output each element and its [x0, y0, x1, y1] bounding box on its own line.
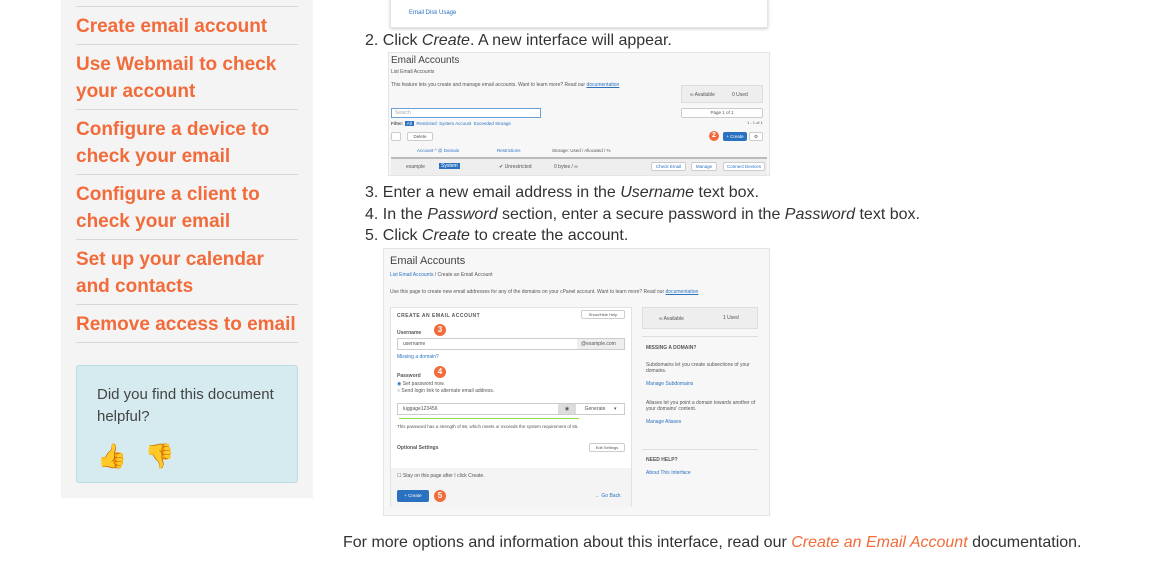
screenshot-disk-usage: Email Disk Usage [390, 0, 768, 28]
radio-set-password[interactable]: ◉ Set password now. [397, 381, 445, 387]
radio-send-link[interactable]: ○ Send login link to alternate email add… [397, 388, 494, 394]
step-5: 5. Click Create to create the account. [365, 227, 629, 244]
filters: Filter: All Restricted System Account Ex… [391, 121, 511, 126]
username-input[interactable]: username @example.com [397, 338, 625, 350]
connect-devices-button[interactable]: Connect Devices [723, 162, 765, 171]
breadcrumb: List Email Accounts / Create an Email Ac… [390, 272, 493, 278]
manage-aliases-link[interactable]: Manage Aliases [646, 419, 681, 425]
screenshot-email-accounts-list: Email Accounts List Email Accounts This … [388, 52, 770, 176]
manage-subdomains-link[interactable]: Manage Subdomains [646, 381, 693, 387]
feedback-question: Did you find this document helpful? [97, 386, 274, 425]
step-badge: 3 [434, 324, 446, 336]
create-email-doc-link[interactable]: Create an Email Account [791, 534, 967, 551]
thumbs-up-icon[interactable]: 👍 [97, 442, 127, 471]
count: 1 - 1 of 1 [747, 120, 763, 125]
sidebar-link[interactable]: Use Webmail to check your account [76, 44, 298, 109]
go-back-link[interactable]: ← Go Back [595, 493, 621, 499]
feedback-box: Did you find this document helpful? 👍 👎 [76, 365, 298, 483]
step-2: 2. Click Create. A new interface will ap… [365, 32, 672, 49]
col-header[interactable]: Storage: Used / Allocated / % [552, 148, 611, 153]
desc: Use this page to create new email addres… [390, 289, 699, 295]
search-input[interactable]: Search [391, 108, 541, 118]
title: Email Accounts [390, 255, 466, 267]
pager[interactable]: Page 1 of 1 [681, 108, 763, 118]
sidebar-link[interactable]: Remove access to email [76, 304, 298, 342]
screenshot-create-email-account: Email Accounts List Email Accounts / Cre… [383, 248, 770, 516]
help-sidebar: MISSING A DOMAIN? Subdomains let you cre… [642, 336, 758, 476]
create-panel: CREATE AN EMAIL ACCOUNT Show/Hide Help U… [390, 307, 632, 507]
sidebar-link[interactable]: Configure a client to check your email [76, 174, 298, 239]
strength-meter [399, 418, 579, 419]
select-all-checkbox[interactable] [391, 132, 401, 141]
stats: ∞ Available 1 Used [642, 307, 758, 329]
sidebar-links: Create email account Use Webmail to chec… [76, 6, 298, 343]
chevron-down-icon[interactable]: ▾ [614, 404, 617, 414]
subtitle: List Email Accounts [391, 69, 435, 75]
check-email-button[interactable]: Check Email [651, 162, 686, 171]
sidebar-link[interactable]: Set up your calendar and contacts [76, 239, 298, 304]
eye-icon[interactable]: ◉ [558, 404, 576, 414]
generate-button[interactable]: Generate [578, 404, 612, 414]
stats: ∞ Available 0 Used [681, 85, 763, 103]
gear-icon[interactable]: ⚙ [749, 132, 763, 141]
table-row: example System ✔ Unrestricted 0 bytes / … [391, 157, 767, 175]
create-button[interactable]: + Create [723, 132, 747, 141]
disk-usage-label: Email Disk Usage [409, 10, 457, 16]
delete-button[interactable]: Delete [407, 132, 433, 141]
divider [76, 342, 298, 343]
step-4: 4. In the Password section, enter a secu… [365, 206, 920, 223]
col-header[interactable]: Restrictions [497, 148, 521, 153]
desc: This feature lets you create and manage … [391, 82, 620, 88]
col-header[interactable]: Account ^ @ Domain [417, 148, 459, 153]
step-3: 3. Enter a new email address in the User… [365, 184, 759, 201]
stay-checkbox[interactable]: ☐ Stay on this page after I click Create… [397, 473, 485, 479]
sidebar-link[interactable]: Configure a device to check your email [76, 109, 298, 174]
manage-button[interactable]: Manage [691, 162, 717, 171]
sidebar-link[interactable]: Create email account [76, 6, 298, 44]
panel-footer: ☐ Stay on this page after I click Create… [391, 468, 631, 507]
strength-text: This password has a strength of 66, whic… [397, 424, 579, 429]
password-input[interactable]: luggage123456 ◉ Generate ▾ [397, 403, 625, 415]
step-badge: 2 [709, 131, 719, 141]
about-interface-link[interactable]: About This Interface [646, 470, 691, 476]
help-button[interactable]: Show/Hide Help [581, 310, 625, 319]
missing-domain-link[interactable]: Missing a domain? [397, 354, 439, 360]
footer-text: For more options and information about t… [343, 534, 1082, 551]
title: Email Accounts [391, 55, 460, 66]
edit-settings-button[interactable]: Edit Settings [589, 443, 625, 452]
step-badge: 4 [434, 366, 446, 378]
create-button[interactable]: + Create [397, 490, 429, 502]
thumbs-down-icon[interactable]: 👎 [145, 442, 175, 471]
sidebar: Create email account Use Webmail to chec… [61, 0, 313, 498]
step-badge: 5 [434, 490, 446, 502]
